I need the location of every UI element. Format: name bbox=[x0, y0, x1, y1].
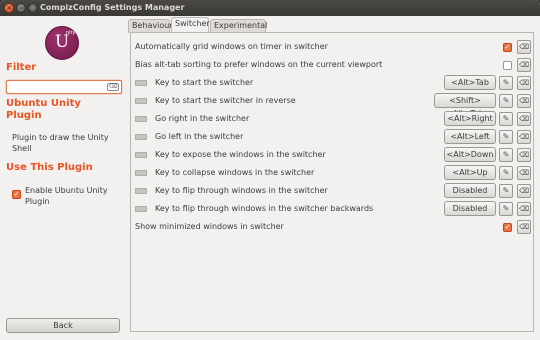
keyboard-icon bbox=[135, 188, 147, 194]
plugin-heading: Ubuntu Unity Plugin bbox=[6, 98, 81, 121]
setting-label: Key to flip through windows in the switc… bbox=[155, 204, 374, 213]
reset-icon[interactable]: ⌫ bbox=[517, 112, 531, 126]
keybinding-button[interactable]: <Alt>Up bbox=[444, 165, 496, 180]
setting-label: Key to start the switcher bbox=[155, 78, 254, 87]
maximize-icon: □ bbox=[29, 4, 37, 12]
edit-icon[interactable]: ✎ bbox=[499, 130, 513, 144]
setting-row: Key to collapse windows in the switcher <… bbox=[131, 164, 535, 182]
setting-row: Automatically grid windows on timer in s… bbox=[131, 38, 535, 56]
keybinding-button[interactable]: Disabled bbox=[444, 201, 496, 216]
plugin-description: Plugin to draw the Unity Shell bbox=[12, 133, 109, 153]
tab-behaviour[interactable]: Behaviour bbox=[128, 19, 173, 33]
setting-label: Go left in the switcher bbox=[155, 132, 244, 141]
edit-icon[interactable]: ✎ bbox=[499, 184, 513, 198]
tab-experimental[interactable]: Experimental bbox=[210, 19, 267, 33]
reset-icon[interactable]: ⌫ bbox=[517, 76, 531, 90]
edit-icon[interactable]: ✎ bbox=[499, 94, 513, 108]
reset-icon[interactable]: ⌫ bbox=[517, 40, 531, 54]
keyboard-icon bbox=[135, 80, 147, 86]
keybinding-button[interactable]: <Alt>Tab bbox=[444, 75, 496, 90]
minimize-button[interactable]: – bbox=[16, 3, 26, 13]
reset-icon[interactable]: ⌫ bbox=[517, 202, 531, 216]
setting-row: Go left in the switcher <Alt>Left ✎ ⌫ bbox=[131, 128, 535, 146]
reset-icon[interactable]: ⌫ bbox=[517, 148, 531, 162]
reset-icon[interactable]: ⌫ bbox=[517, 58, 531, 72]
edit-icon[interactable]: ✎ bbox=[499, 112, 513, 126]
window-title: CompizConfig Settings Manager bbox=[40, 3, 185, 12]
clear-icon[interactable]: ⌫ bbox=[107, 83, 119, 91]
setting-row: Key to flip through windows in the switc… bbox=[131, 200, 535, 218]
keybinding-button[interactable]: <Shift><Alt>Tab bbox=[434, 93, 496, 118]
edit-icon[interactable]: ✎ bbox=[499, 76, 513, 90]
tab-switcher[interactable]: Switcher bbox=[171, 17, 210, 33]
enable-plugin-checkbox[interactable]: ✓ bbox=[12, 190, 21, 199]
setting-label: Key to expose the windows in the switche… bbox=[155, 150, 326, 159]
setting-checkbox[interactable]: ✓ bbox=[503, 223, 512, 232]
settings-panel: Automatically grid windows on timer in s… bbox=[130, 32, 534, 332]
keybinding-button[interactable]: <Alt>Left bbox=[444, 129, 496, 144]
compizconfig-window: × – □ CompizConfig Settings Manager U ni… bbox=[0, 0, 540, 340]
title-bar[interactable]: × – □ CompizConfig Settings Manager bbox=[0, 0, 540, 16]
maximize-button[interactable]: □ bbox=[28, 3, 38, 13]
setting-label: Key to collapse windows in the switcher bbox=[155, 168, 315, 177]
filter-heading: Filter bbox=[6, 62, 37, 73]
keyboard-icon bbox=[135, 98, 147, 104]
reset-icon[interactable]: ⌫ bbox=[517, 184, 531, 198]
keyboard-icon bbox=[135, 116, 147, 122]
unity-logo-text: nity bbox=[66, 30, 76, 36]
keybinding-button[interactable]: <Alt>Down bbox=[444, 147, 496, 162]
keyboard-icon bbox=[135, 152, 147, 158]
setting-checkbox[interactable]: ✓ bbox=[503, 43, 512, 52]
keybinding-button[interactable]: <Alt>Right bbox=[444, 111, 496, 126]
keybinding-button[interactable]: Disabled bbox=[444, 183, 496, 198]
enable-plugin-label: Enable Ubuntu Unity Plugin bbox=[25, 186, 108, 206]
setting-label: Key to start the switcher in reverse bbox=[155, 96, 296, 105]
setting-row: Go right in the switcher <Alt>Right ✎ ⌫ bbox=[131, 110, 535, 128]
setting-label: Automatically grid windows on timer in s… bbox=[135, 42, 328, 51]
setting-label: Show minimized windows in switcher bbox=[135, 222, 284, 231]
setting-row: Key to start the switcher in reverse <Shi… bbox=[131, 92, 535, 118]
sidebar: U nity Filter ⌫ Ubuntu Unity Plugin Plug… bbox=[0, 16, 128, 340]
keyboard-icon bbox=[135, 206, 147, 212]
close-icon: × bbox=[6, 4, 12, 12]
setting-label: Bias alt-tab sorting to prefer windows o… bbox=[135, 60, 383, 69]
setting-checkbox[interactable] bbox=[503, 61, 512, 70]
setting-row: Bias alt-tab sorting to prefer windows o… bbox=[131, 56, 535, 74]
close-button[interactable]: × bbox=[4, 3, 14, 13]
edit-icon[interactable]: ✎ bbox=[499, 202, 513, 216]
setting-row: Show minimized windows in switcher ✓ ⌫ bbox=[131, 218, 535, 236]
reset-icon[interactable]: ⌫ bbox=[517, 130, 531, 144]
back-button[interactable]: Back bbox=[6, 318, 120, 333]
setting-label: Go right in the switcher bbox=[155, 114, 250, 123]
setting-row: Key to flip through windows in the switc… bbox=[131, 182, 535, 200]
keyboard-icon bbox=[135, 170, 147, 176]
setting-row: Key to start the switcher <Alt>Tab ✎ ⌫ bbox=[131, 74, 535, 92]
setting-row: Key to expose the windows in the switche… bbox=[131, 146, 535, 164]
filter-input[interactable]: ⌫ bbox=[6, 80, 122, 94]
setting-label: Key to flip through windows in the switc… bbox=[155, 186, 328, 195]
minimize-icon: – bbox=[19, 4, 23, 12]
edit-icon[interactable]: ✎ bbox=[499, 166, 513, 180]
reset-icon[interactable]: ⌫ bbox=[517, 220, 531, 234]
edit-icon[interactable]: ✎ bbox=[499, 148, 513, 162]
reset-icon[interactable]: ⌫ bbox=[517, 94, 531, 108]
keyboard-icon bbox=[135, 134, 147, 140]
use-plugin-heading: Use This Plugin bbox=[6, 162, 93, 173]
reset-icon[interactable]: ⌫ bbox=[517, 166, 531, 180]
